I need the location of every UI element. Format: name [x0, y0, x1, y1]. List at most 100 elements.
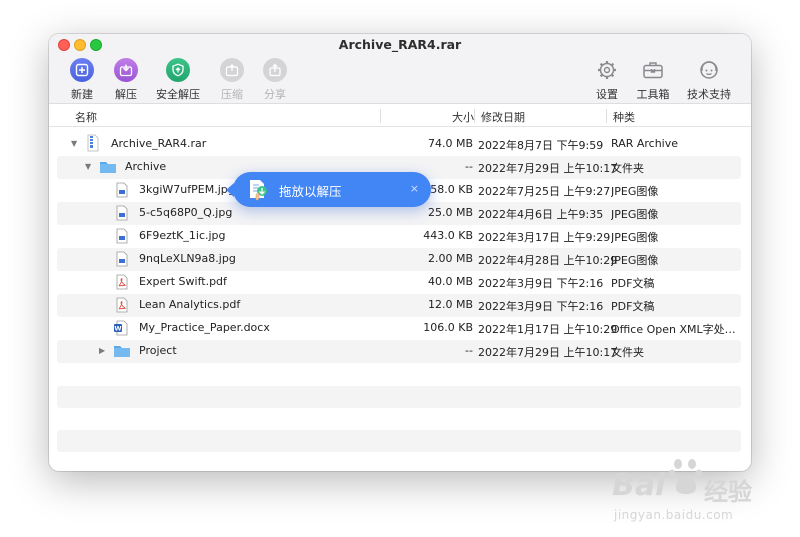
watermark-url: jingyan.baidu.com: [614, 508, 734, 522]
image-file-icon: [115, 228, 129, 247]
extract-label: 解压: [115, 88, 137, 101]
new-button[interactable]: 新建: [69, 58, 95, 102]
drag-extract-icon: [247, 178, 271, 206]
tooltip-close-icon[interactable]: ×: [410, 182, 419, 195]
file-date: 2022年3月17日 上午9:29: [478, 231, 611, 244]
image-file-icon: [115, 205, 129, 224]
file-name: 5-c5q68P0_Q.jpg: [139, 206, 233, 219]
column-divider[interactable]: [606, 109, 607, 123]
file-size: --: [465, 160, 473, 173]
file-date: 2022年7月29日 上午10:17: [478, 346, 618, 359]
file-size: 74.0 MB: [427, 137, 473, 150]
new-label: 新建: [71, 88, 93, 101]
file-date: 2022年4月28日 上午10:29: [478, 254, 618, 267]
extract-button[interactable]: 解压: [113, 58, 139, 102]
watermark-brand-cn: 经验: [704, 478, 752, 506]
secure-extract-icon: [166, 58, 190, 82]
share-icon: [263, 58, 287, 82]
support-icon: [697, 58, 721, 82]
window-title: Archive_RAR4.rar: [338, 37, 462, 52]
column-header-date[interactable]: 修改日期: [481, 109, 525, 125]
file-date: 2022年3月9日 下午2:16: [478, 277, 604, 290]
disclosure-triangle-expanded[interactable]: ▼: [85, 162, 91, 171]
titlebar: Archive_RAR4.rar 新建 解压 安全解压 压缩 分享 设置 工具箱…: [49, 34, 751, 104]
pdf-file-icon: [115, 274, 129, 293]
file-name: Expert Swift.pdf: [139, 275, 227, 288]
folder-icon: [113, 343, 131, 361]
empty-row: [57, 430, 741, 452]
file-name: Archive_RAR4.rar: [111, 137, 207, 150]
secure-extract-label: 安全解压: [156, 88, 200, 101]
tooltip-arrow: [226, 183, 234, 197]
file-size: 40.0 MB: [427, 275, 473, 288]
image-file-icon: [115, 251, 129, 270]
file-size: 443.0 KB: [423, 229, 473, 242]
settings-button[interactable]: 设置: [593, 58, 621, 102]
table-row[interactable]: ▼ Archive_RAR4.rar 74.0 MB 2022年8月7日 下午9…: [57, 133, 741, 156]
file-name: 9nqLeXLN9a8.jpg: [139, 252, 236, 265]
image-file-icon: [115, 182, 129, 201]
gear-icon: [595, 58, 619, 82]
file-date: 2022年7月29日 上午10:17: [478, 162, 618, 175]
column-header-kind[interactable]: 种类: [613, 109, 635, 125]
toolbox-button[interactable]: 工具箱: [636, 58, 670, 102]
file-kind: JPEG图像: [611, 208, 659, 221]
file-size: --: [465, 344, 473, 357]
support-button[interactable]: 技术支持: [686, 58, 732, 102]
file-name: 3kgiW7ufPEM.jpg: [139, 183, 235, 196]
extract-icon: [114, 58, 138, 82]
pdf-file-icon: [115, 297, 129, 316]
file-kind: JPEG图像: [611, 254, 659, 267]
share-button[interactable]: 分享: [262, 58, 288, 102]
file-name: Project: [139, 344, 177, 357]
drag-to-extract-tooltip[interactable]: 拖放以解压 ×: [226, 172, 431, 207]
file-date: 2022年7月25日 上午9:27: [478, 185, 611, 198]
word-file-icon: W: [113, 320, 129, 339]
disclosure-triangle-collapsed[interactable]: ▶: [99, 346, 105, 355]
share-label: 分享: [264, 88, 286, 101]
file-kind: JPEG图像: [611, 185, 659, 198]
secure-extract-button[interactable]: 安全解压: [155, 58, 201, 102]
paw-icon: [668, 456, 704, 500]
baidu-jingyan-watermark: Bai 经验 jingyan.baidu.com: [612, 450, 790, 530]
file-name: Lean Analytics.pdf: [139, 298, 241, 311]
file-name: Archive: [125, 160, 167, 173]
column-header-name[interactable]: 名称: [75, 109, 97, 125]
file-name: My_Practice_Paper.docx: [139, 321, 270, 334]
toolbox-label: 工具箱: [636, 88, 670, 101]
column-divider[interactable]: [380, 109, 381, 123]
table-row[interactable]: ▶ Project -- 2022年7月29日 上午10:17 文件夹: [57, 340, 741, 363]
file-size: 106.0 KB: [423, 321, 473, 334]
file-date: 2022年8月7日 下午9:59: [478, 139, 604, 152]
settings-label: 设置: [596, 88, 618, 101]
empty-row: [57, 386, 741, 408]
compress-button[interactable]: 压缩: [219, 58, 245, 102]
file-kind: JPEG图像: [611, 231, 659, 244]
table-row[interactable]: 6F9eztK_1ic.jpg 443.0 KB 2022年3月17日 上午9:…: [57, 225, 741, 248]
file-kind: PDF文稿: [611, 300, 655, 313]
file-kind: 文件夹: [611, 162, 644, 175]
app-window: Archive_RAR4.rar 新建 解压 安全解压 压缩 分享 设置 工具箱…: [49, 34, 751, 471]
file-date: 2022年3月9日 下午2:16: [478, 300, 604, 313]
table-row[interactable]: 9nqLeXLN9a8.jpg 2.00 MB 2022年4月28日 上午10:…: [57, 248, 741, 271]
file-kind: RAR Archive: [611, 137, 679, 150]
rar-file-icon: [85, 134, 101, 155]
tooltip-text: 拖放以解压: [279, 184, 342, 199]
column-divider[interactable]: [474, 109, 475, 123]
column-header-size[interactable]: 大小: [452, 109, 474, 125]
table-row[interactable]: Lean Analytics.pdf 12.0 MB 2022年3月9日 下午2…: [57, 294, 741, 317]
table-row[interactable]: Expert Swift.pdf 40.0 MB 2022年3月9日 下午2:1…: [57, 271, 741, 294]
column-header-row: 名称 大小 修改日期 种类: [49, 105, 751, 127]
file-name: 6F9eztK_1ic.jpg: [139, 229, 226, 242]
file-kind: Office Open XML字处理文稿: [611, 323, 739, 336]
file-size: 25.0 MB: [427, 206, 473, 219]
disclosure-triangle-expanded[interactable]: ▼: [71, 139, 77, 148]
table-row[interactable]: W My_Practice_Paper.docx 106.0 KB 2022年1…: [57, 317, 741, 340]
svg-text:W: W: [114, 325, 121, 333]
toolbox-icon: [641, 58, 665, 82]
file-kind: 文件夹: [611, 346, 644, 359]
compress-label: 压缩: [221, 88, 243, 101]
file-date: 2022年4月6日 上午9:35: [478, 208, 604, 221]
file-size: 12.0 MB: [427, 298, 473, 311]
compress-icon: [220, 58, 244, 82]
